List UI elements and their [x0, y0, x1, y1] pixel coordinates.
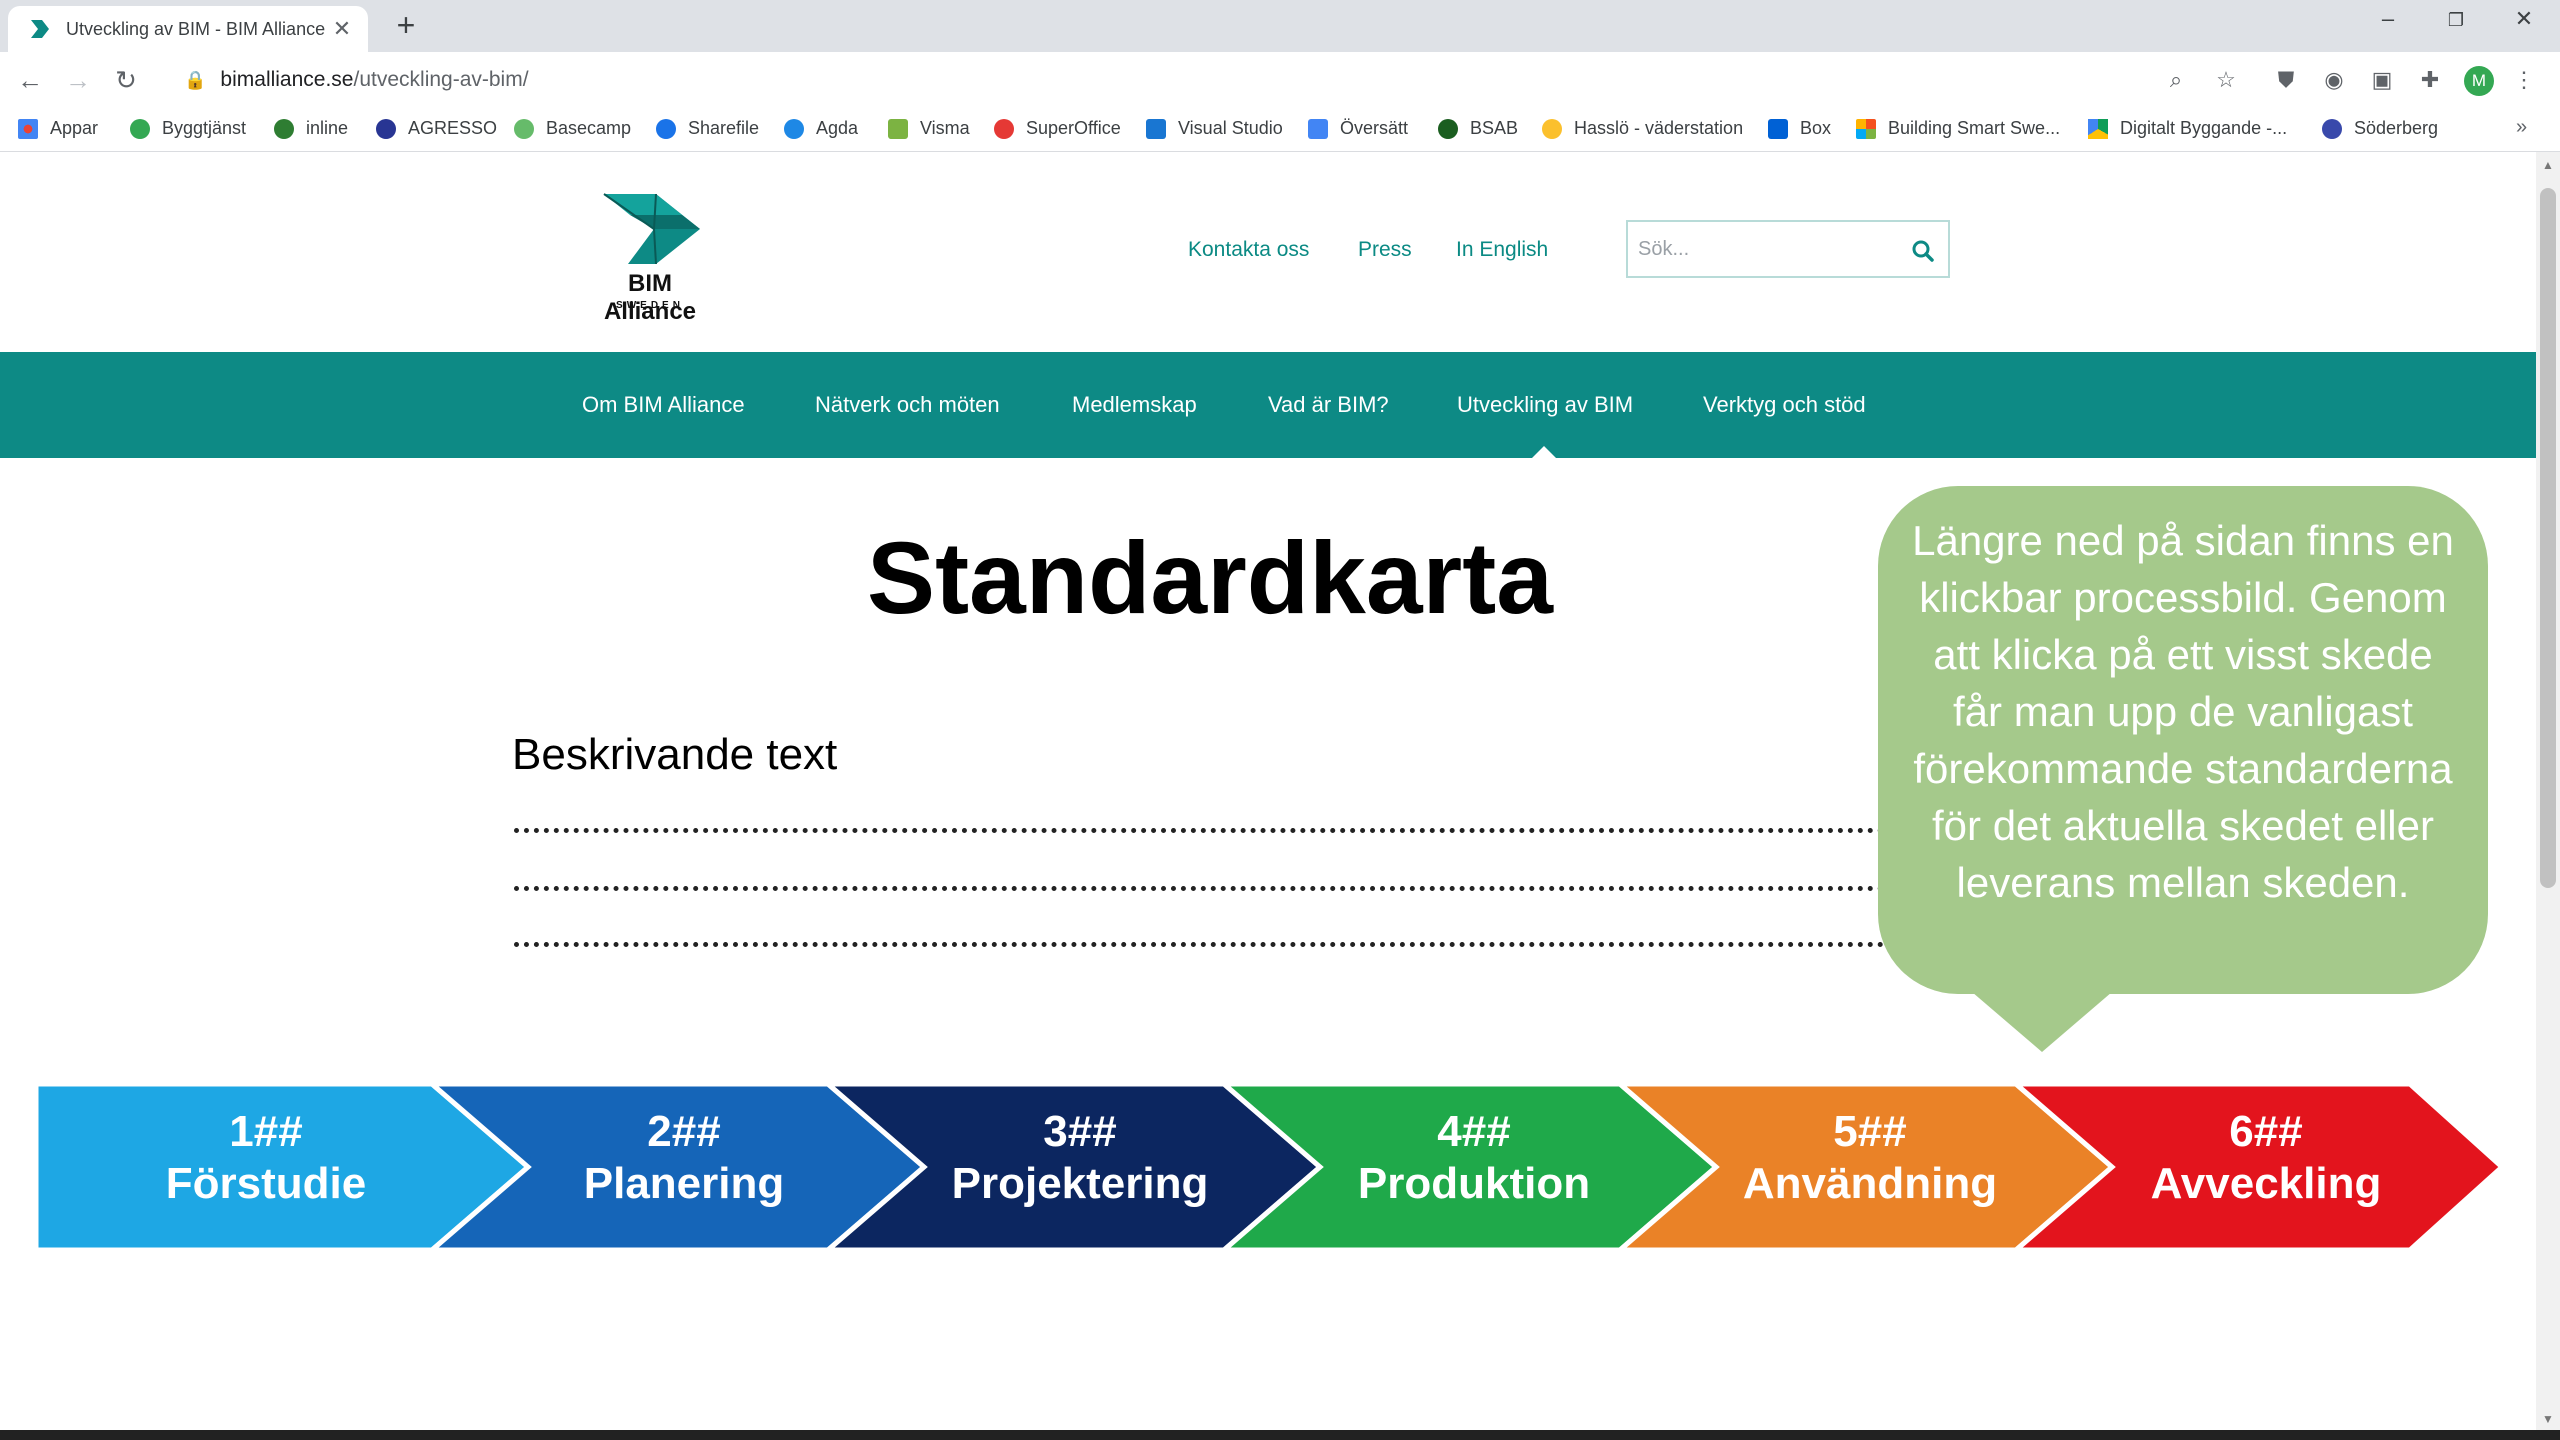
stage-3-label[interactable]: 3## Projektering [900, 1106, 1260, 1210]
nav-utveckling-av-bim[interactable]: Utveckling av BIM [1457, 392, 1633, 418]
search-icon[interactable] [1910, 238, 1936, 264]
zoom-icon[interactable]: ⌕ [2160, 64, 2192, 96]
link-in-english[interactable]: In English [1456, 238, 1548, 262]
link-press[interactable]: Press [1358, 238, 1412, 262]
visual-studio-icon [1146, 118, 1166, 139]
url-host: bimalliance.se [220, 68, 354, 91]
new-tab-icon[interactable]: + [388, 8, 424, 44]
bookmarks-bar: Appar Byggtjänst inline AGRESSO Basecamp… [0, 108, 2560, 152]
sharefile-icon [656, 118, 676, 139]
callout-pointer [1972, 992, 2112, 1052]
bookmark-item[interactable]: Agda [784, 118, 858, 139]
nav-medlemskap[interactable]: Medlemskap [1072, 392, 1197, 418]
logo-subtitle: SWEDEN [616, 300, 684, 311]
description-line-1 [514, 828, 1904, 833]
nav-natverk-och-moten[interactable]: Nätverk och möten [815, 392, 1000, 418]
browser-toolbar: ← → ↻ 🔒 bimalliance.se/utveckling-av-bim… [0, 52, 2560, 108]
bookmark-item[interactable]: Visma [888, 118, 970, 139]
inline-icon [274, 118, 294, 139]
taskbar-edge [0, 1430, 2560, 1440]
stage-4-label[interactable]: 4## Produktion [1294, 1106, 1654, 1210]
bookmark-item[interactable]: Hasslö - väderstation [1542, 118, 1743, 139]
bookmark-item[interactable]: inline [274, 118, 348, 139]
bookmark-item[interactable]: BSAB [1438, 118, 1518, 139]
restore-icon[interactable]: ❐ [2436, 10, 2476, 31]
bookmark-item[interactable]: Basecamp [514, 118, 631, 139]
bookmark-item[interactable]: Byggtjänst [130, 118, 246, 139]
tab-title: Utveckling av BIM - BIM Alliance [66, 18, 326, 39]
extension-square-icon[interactable]: ▣ [2366, 64, 2398, 96]
stage-5-label[interactable]: 5## Användning [1690, 1106, 2050, 1210]
extension-shield-icon[interactable]: ⛊ [2270, 64, 2302, 96]
byggtjanst-icon [130, 118, 150, 139]
bookmark-item[interactable]: Building Smart Swe... [1856, 118, 2060, 139]
bsab-icon [1438, 118, 1458, 139]
soderberg-icon [2322, 118, 2342, 139]
translate-icon [1308, 118, 1328, 139]
scroll-up-icon[interactable]: ▲ [2536, 158, 2560, 172]
tab-close-icon[interactable]: ✕ [330, 16, 354, 42]
main-navigation: Om BIM Alliance Nätverk och möten Medlem… [0, 352, 2536, 458]
bookmark-apps[interactable]: Appar [18, 118, 98, 139]
back-icon[interactable]: ← [14, 64, 46, 96]
site-logo[interactable]: BIM Alliance SWEDEN [580, 192, 720, 325]
bookmarks-overflow-icon[interactable]: » [2516, 116, 2527, 139]
description-line-3 [514, 942, 1904, 947]
extensions-puzzle-icon[interactable]: ✚ [2414, 64, 2446, 96]
scroll-down-icon[interactable]: ▼ [2536, 1412, 2560, 1426]
superoffice-icon [994, 118, 1014, 139]
bookmark-item[interactable]: AGRESSO [376, 118, 497, 139]
minimize-icon[interactable]: – [2368, 6, 2408, 32]
bookmark-item[interactable]: Översätt [1308, 118, 1408, 139]
building-smart-icon [1856, 118, 1876, 139]
weather-station-icon [1542, 118, 1562, 139]
agresso-icon [376, 118, 396, 139]
reload-icon[interactable]: ↻ [110, 64, 142, 96]
bookmark-item[interactable]: Söderberg [2322, 118, 2438, 139]
url-path: /utveckling-av-bim/ [353, 68, 529, 91]
process-chain: 1## Förstudie 2## Planering 3## Projekterin… [36, 1084, 2506, 1250]
callout-text: Längre ned på sidan finns en klickbar pr… [1912, 517, 2454, 906]
extension-circle-icon[interactable]: ◉ [2318, 64, 2350, 96]
stage-1-label[interactable]: 1## Förstudie [86, 1106, 446, 1210]
lock-icon: 🔒 [184, 69, 207, 90]
link-kontakta-oss[interactable]: Kontakta oss [1188, 238, 1309, 262]
google-drive-icon [2088, 118, 2108, 139]
profile-avatar[interactable]: M [2464, 66, 2494, 96]
logo-name: BIM Alliance [603, 270, 697, 325]
bookmark-item[interactable]: SuperOffice [994, 118, 1121, 139]
page-scrollbar[interactable]: ▲ ▼ [2536, 152, 2560, 1430]
scrollbar-thumb[interactable] [2540, 188, 2556, 888]
window-close-icon[interactable]: ✕ [2504, 6, 2544, 32]
bim-alliance-logo-mark [603, 193, 700, 265]
bookmark-item[interactable]: Digitalt Byggande -... [2088, 118, 2287, 139]
menu-kebab-icon[interactable]: ⋮ [2508, 64, 2540, 96]
nav-vad-ar-bim[interactable]: Vad är BIM? [1268, 392, 1389, 418]
bookmark-star-icon[interactable]: ☆ [2210, 64, 2242, 96]
description-label: Beskrivande text [512, 730, 838, 779]
search-input[interactable] [1638, 232, 1888, 266]
tab-strip: Utveckling av BIM - BIM Alliance ✕ + – ❐… [0, 0, 2560, 52]
page-viewport: BIM Alliance SWEDEN Kontakta oss Press I… [0, 152, 2536, 1430]
nav-om-bim-alliance[interactable]: Om BIM Alliance [582, 392, 745, 418]
stage-2-label[interactable]: 2## Planering [504, 1106, 864, 1210]
active-nav-indicator [1532, 446, 1556, 458]
forward-icon[interactable]: → [62, 64, 94, 96]
basecamp-icon [514, 118, 534, 139]
box-icon [1768, 118, 1788, 139]
bim-alliance-favicon-icon [31, 20, 49, 38]
stage-6-label[interactable]: 6## Avveckling [2086, 1106, 2446, 1210]
agda-icon [784, 118, 804, 139]
site-search [1626, 220, 1950, 278]
address-bar[interactable]: 🔒 bimalliance.se/utveckling-av-bim/ [168, 60, 2268, 100]
visma-icon [888, 118, 908, 139]
bookmark-item[interactable]: Sharefile [656, 118, 759, 139]
bookmark-item[interactable]: Box [1768, 118, 1831, 139]
description-line-2 [514, 886, 1904, 891]
apps-grid-icon [18, 118, 38, 139]
callout-bubble: Längre ned på sidan finns en klickbar pr… [1878, 486, 2488, 994]
bookmark-item[interactable]: Visual Studio [1146, 118, 1283, 139]
nav-verktyg-och-stod[interactable]: Verktyg och stöd [1703, 392, 1866, 418]
browser-tab-active[interactable]: Utveckling av BIM - BIM Alliance ✕ [8, 6, 368, 52]
